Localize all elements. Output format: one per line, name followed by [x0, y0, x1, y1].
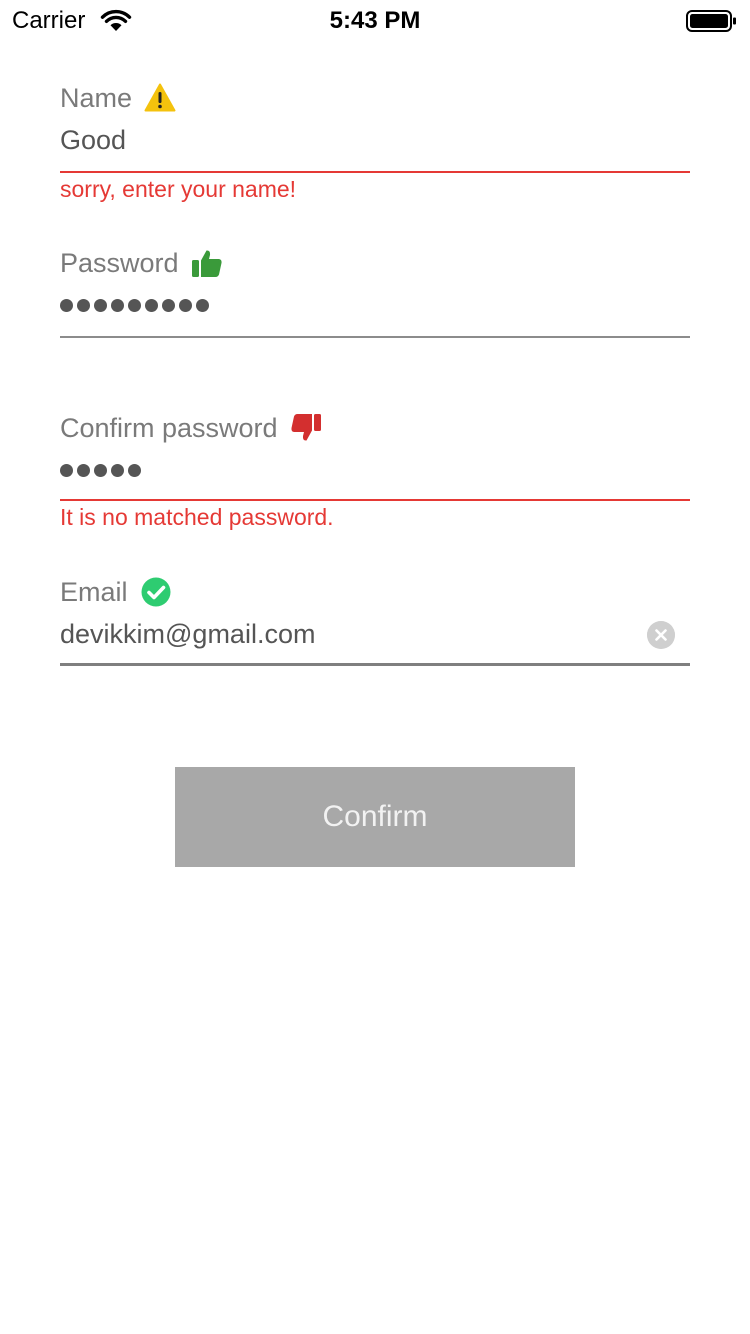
password-mask-dot: [94, 298, 107, 312]
password-mask-dot: [128, 463, 141, 477]
password-mask-dot: [111, 463, 124, 477]
email-label-row: Email: [60, 574, 172, 610]
confirm-password-input[interactable]: [60, 452, 145, 488]
name-input[interactable]: Good: [60, 122, 126, 158]
confirm-password-label: Confirm password: [60, 413, 278, 443]
password-mask-dot: [77, 463, 90, 477]
thumbs-up-icon: [191, 250, 222, 277]
password-mask-dot: [128, 298, 141, 312]
name-underline: [60, 171, 690, 173]
confirm-password-underline: [60, 499, 690, 501]
name-error-message: sorry, enter your name!: [60, 176, 297, 202]
clear-icon[interactable]: [647, 621, 675, 649]
password-underline: [60, 336, 690, 338]
password-input[interactable]: [60, 287, 213, 323]
password-mask-dot: [196, 298, 209, 312]
status-bar: Carrier 5:43 PM: [0, 0, 750, 40]
confirm-button[interactable]: Confirm: [175, 767, 575, 867]
check-circle-icon: [141, 577, 171, 607]
password-mask-dot: [77, 298, 90, 312]
name-label-row: Name: [60, 80, 176, 116]
warning-icon: [144, 83, 176, 112]
battery-icon: [686, 10, 736, 32]
password-label: Password: [60, 248, 179, 278]
password-label-row: Password: [60, 245, 223, 281]
password-mask-dot: [111, 298, 124, 312]
password-mask-dot: [145, 298, 158, 312]
password-mask-dot: [60, 298, 73, 312]
confirm-password-error-message: It is no matched password.: [60, 504, 334, 530]
status-time: 5:43 PM: [329, 7, 421, 34]
confirm-password-label-row: Confirm password: [60, 410, 322, 446]
email-field[interactable]: Email devikkim@gmail.com: [60, 574, 690, 669]
password-field[interactable]: Password: [60, 245, 690, 345]
name-label: Name: [60, 83, 133, 113]
email-input[interactable]: devikkim@gmail.com: [60, 616, 315, 652]
email-underline: [60, 663, 690, 666]
thumbs-down-icon: [291, 414, 321, 441]
password-mask-dot: [162, 298, 175, 312]
confirm-password-field[interactable]: Confirm password It is no matched passwo…: [60, 410, 690, 535]
password-mask-dot: [94, 463, 107, 477]
password-mask-dot: [179, 298, 192, 312]
password-mask-dot: [60, 463, 73, 477]
email-label: Email: [60, 577, 128, 607]
name-field[interactable]: Name Good sorry, enter your name!: [60, 80, 690, 205]
